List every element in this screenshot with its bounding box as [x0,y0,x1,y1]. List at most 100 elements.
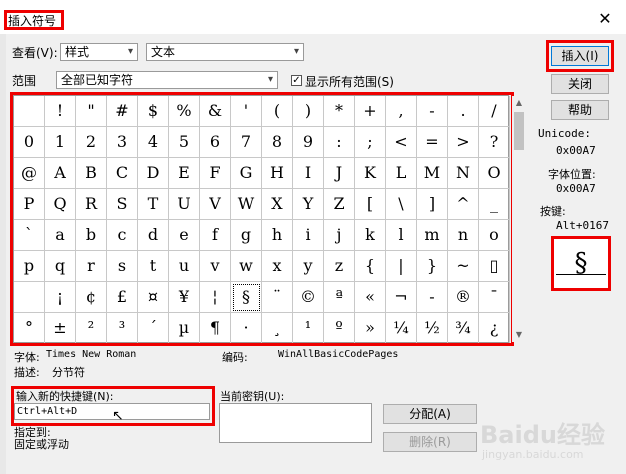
symbol-cell[interactable]: ¹ [293,313,324,344]
close-icon[interactable]: ✕ [596,10,614,28]
symbol-cell[interactable]: ` [14,220,45,251]
symbol-cell[interactable]: ( [262,96,293,127]
symbol-cell[interactable]: o [479,220,510,251]
symbol-cell[interactable]: & [200,96,231,127]
symbol-cell[interactable]: " [76,96,107,127]
grid-scrollbar[interactable]: ▲ ▼ [512,96,526,342]
show-all-checkbox[interactable]: ✓ [291,75,302,86]
symbol-cell[interactable]: [ [355,189,386,220]
symbol-cell[interactable]: L [386,158,417,189]
symbol-cell[interactable]: * [324,96,355,127]
symbol-cell[interactable]: y [293,251,324,282]
symbol-cell[interactable]: ª [324,282,355,313]
symbol-cell[interactable]: ¬ [386,282,417,313]
symbol-cell[interactable]: p [14,251,45,282]
symbol-cell[interactable]: © [293,282,324,313]
symbol-cell[interactable]: l [386,220,417,251]
symbol-cell[interactable]: ¼ [386,313,417,344]
symbol-cell[interactable]: / [479,96,510,127]
symbol-cell[interactable]: Z [324,189,355,220]
symbol-cell[interactable]: ¥ [169,282,200,313]
symbol-cell[interactable]: ) [293,96,324,127]
symbol-cell[interactable]: 2 [76,127,107,158]
scroll-down-icon[interactable]: ▼ [512,328,526,342]
symbol-cell[interactable]: ; [355,127,386,158]
symbol-cell[interactable]: ¦ [200,282,231,313]
symbol-cell[interactable]: t [138,251,169,282]
symbol-cell[interactable]: e [169,220,200,251]
symbol-cell[interactable]: ® [448,282,479,313]
symbol-cell[interactable] [14,96,45,127]
delete-button[interactable]: 删除(R) [383,432,477,452]
symbol-cell[interactable]: + [355,96,386,127]
current-keys-list[interactable] [219,403,372,443]
symbol-cell[interactable]: a [45,220,76,251]
symbol-cell[interactable]: 0 [14,127,45,158]
symbol-cell[interactable]: - [417,282,448,313]
symbol-cell[interactable]: ¿ [479,313,510,344]
symbol-cell[interactable]: $ [138,96,169,127]
symbol-cell[interactable]: ] [417,189,448,220]
symbol-cell[interactable]: s [107,251,138,282]
symbol-cell[interactable]: j [324,220,355,251]
symbol-cell[interactable]: z [324,251,355,282]
symbol-cell[interactable]: ! [45,96,76,127]
symbol-cell[interactable]: Y [293,189,324,220]
symbol-cell[interactable]: | [386,251,417,282]
text-select[interactable]: 文本 ▾ [146,43,304,61]
symbol-cell[interactable]: B [76,158,107,189]
symbol-cell[interactable]: ^ [448,189,479,220]
symbol-cell[interactable]: ¾ [448,313,479,344]
symbol-cell[interactable]: < [386,127,417,158]
symbol-cell[interactable]: ´ [138,313,169,344]
symbol-cell[interactable]: d [138,220,169,251]
symbol-cell[interactable]: » [355,313,386,344]
symbol-cell[interactable]: r [76,251,107,282]
symbol-cell[interactable]: 9 [293,127,324,158]
symbol-cell[interactable]: k [355,220,386,251]
symbol-cell[interactable]: 3 [107,127,138,158]
symbol-cell[interactable]: F [200,158,231,189]
symbol-cell[interactable]: ° [14,313,45,344]
symbol-cell[interactable]: T [138,189,169,220]
symbol-cell[interactable]: W [231,189,262,220]
symbol-cell[interactable]: Q [45,189,76,220]
symbol-cell[interactable]: ¤ [138,282,169,313]
symbol-cell[interactable]: V [200,189,231,220]
symbol-cell[interactable]: J [324,158,355,189]
symbol-cell[interactable]: i [293,220,324,251]
symbol-cell[interactable]: ¢ [76,282,107,313]
symbol-cell[interactable]: µ [169,313,200,344]
symbol-cell[interactable]: u [169,251,200,282]
symbol-cell[interactable]: . [448,96,479,127]
symbol-cell[interactable]: I [293,158,324,189]
symbol-cell[interactable]: g [231,220,262,251]
symbol-cell[interactable]: ¶ [200,313,231,344]
symbol-cell[interactable]: ³ [107,313,138,344]
symbol-cell[interactable]: U [169,189,200,220]
insert-button[interactable]: 插入(I) [551,46,609,66]
symbol-cell[interactable]: A [45,158,76,189]
symbol-cell[interactable]: c [107,220,138,251]
symbol-cell[interactable]: 4 [138,127,169,158]
symbol-cell[interactable]: m [417,220,448,251]
symbol-cell[interactable]: G [231,158,262,189]
symbol-cell[interactable]: H [262,158,293,189]
symbol-cell[interactable]: C [107,158,138,189]
symbol-cell[interactable]: ¡ [45,282,76,313]
symbol-cell[interactable]: 8 [262,127,293,158]
symbol-cell[interactable]: 5 [169,127,200,158]
symbol-cell[interactable]: £ [107,282,138,313]
symbol-cell[interactable]: O [479,158,510,189]
symbol-cell[interactable]: ¯ [479,282,510,313]
scroll-thumb[interactable] [514,112,524,150]
symbol-cell[interactable]: x [262,251,293,282]
symbol-cell[interactable]: ▯ [479,251,510,282]
symbol-cell[interactable]: º [324,313,355,344]
symbol-cell[interactable]: @ [14,158,45,189]
symbol-cell[interactable]: w [231,251,262,282]
close-button[interactable]: 关闭 [551,74,609,94]
symbol-cell[interactable]: v [200,251,231,282]
symbol-cell[interactable]: _ [479,189,510,220]
scroll-up-icon[interactable]: ▲ [512,96,526,110]
